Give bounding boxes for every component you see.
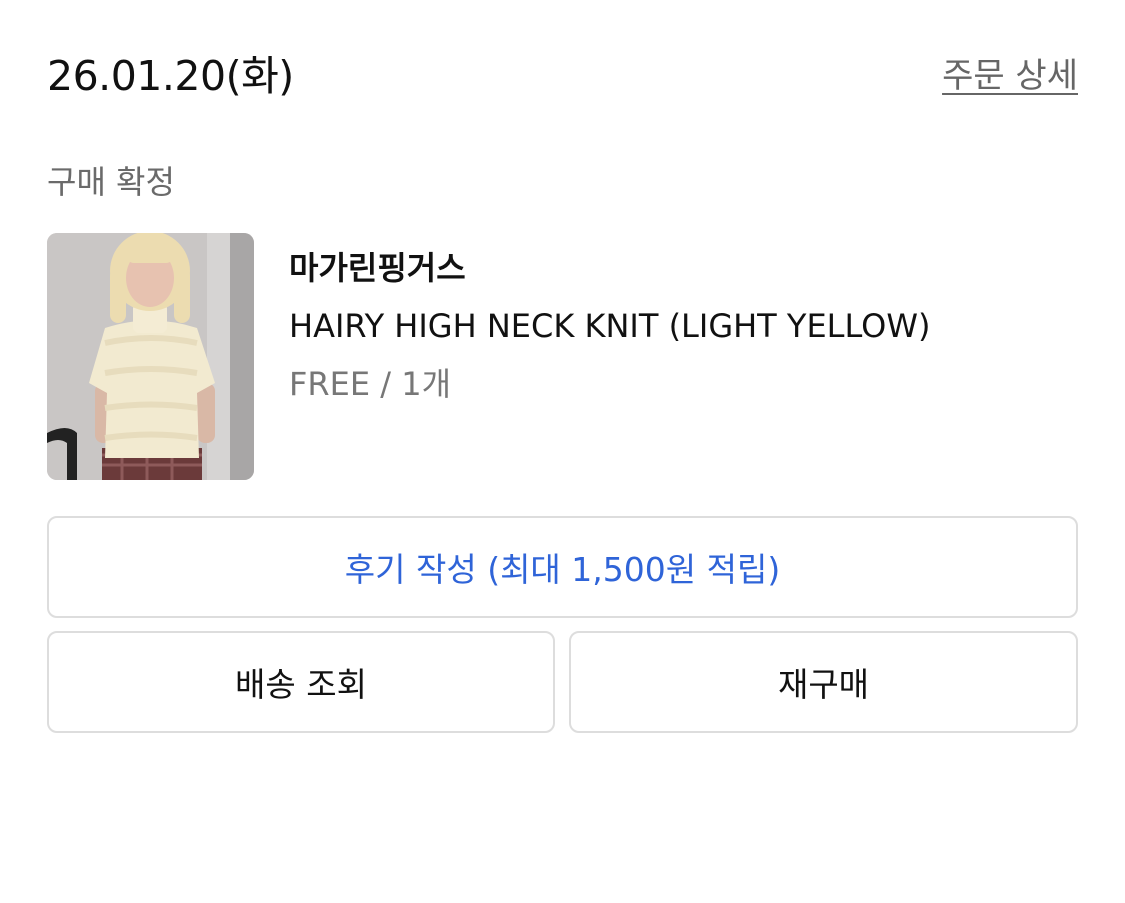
product-name[interactable]: HAIRY HIGH NECK KNIT (LIGHT YELLOW): [289, 303, 930, 349]
product-brand[interactable]: 마가린핑거스: [289, 245, 930, 291]
track-delivery-button[interactable]: 배송 조회: [47, 631, 555, 733]
rebuy-button[interactable]: 재구매: [569, 631, 1078, 733]
order-card: 26.01.20(화) 주문 상세 구매 확정 마가린핑거스 HAIRY HIG…: [47, 0, 1078, 903]
product-option: FREE / 1개: [289, 365, 452, 403]
product-photo-image: [47, 233, 254, 480]
write-review-button[interactable]: 후기 작성 (최대 1,500원 적립): [47, 516, 1078, 618]
product-thumbnail[interactable]: [47, 233, 254, 480]
order-date: 26.01.20(화): [47, 52, 294, 100]
order-detail-link[interactable]: 주문 상세: [942, 56, 1078, 96]
product-item[interactable]: 마가린핑거스 HAIRY HIGH NECK KNIT (LIGHT YELLO…: [47, 233, 1078, 481]
product-info: 마가린핑거스 HAIRY HIGH NECK KNIT (LIGHT YELLO…: [289, 245, 930, 407]
order-status: 구매 확정: [47, 163, 175, 201]
order-header: 26.01.20(화) 주문 상세: [47, 48, 1078, 108]
